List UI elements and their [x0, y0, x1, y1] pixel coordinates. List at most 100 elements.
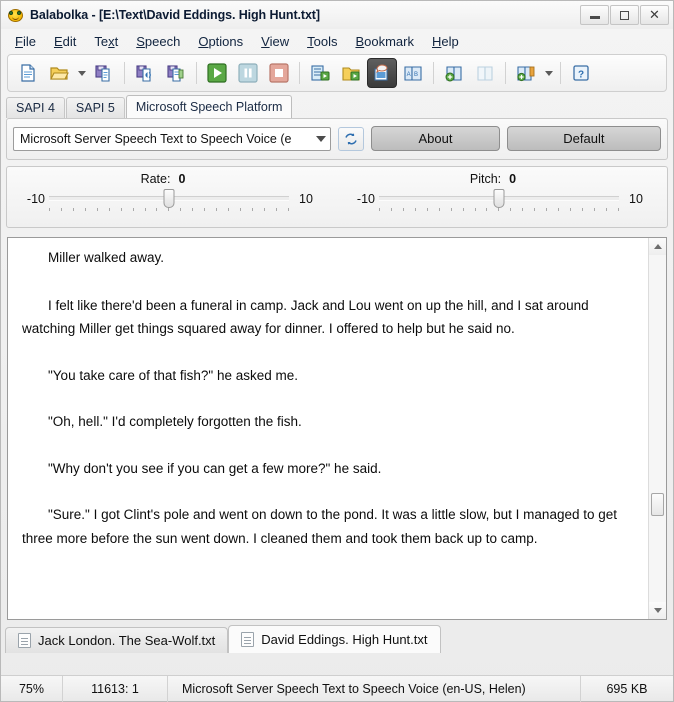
menu-item-help[interactable]: Help	[424, 32, 467, 51]
document-icon	[241, 632, 255, 647]
pause-icon[interactable]	[233, 58, 263, 88]
toolbar-container: A B ?	[1, 54, 673, 94]
text-editor-container: Miller walked away. I felt like there'd …	[7, 237, 667, 620]
rate-slider-ticks	[49, 208, 289, 212]
status-zoom[interactable]: 75%	[1, 675, 63, 702]
menu-item-speech[interactable]: Speech	[128, 32, 188, 51]
status-bar: 75% 11613: 1 Microsoft Server Speech Tex…	[1, 675, 673, 702]
menu-item-bookmark[interactable]: Bookmark	[347, 32, 422, 51]
toolbar-separator	[299, 62, 300, 84]
document-tab-sea-wolf[interactable]: Jack London. The Sea-Wolf.txt	[5, 627, 229, 653]
document-icon	[18, 633, 31, 648]
bookmark-dropdown-arrow-icon[interactable]	[542, 58, 555, 88]
rate-max-label: 10	[299, 192, 313, 206]
document-tab-label: David Eddings. High Hunt.txt	[261, 632, 428, 647]
rate-slider-group: Rate: 0 -10 10	[7, 167, 337, 227]
balabolka-window: Balabolka - [E:\Text\David Eddings. High…	[0, 0, 674, 702]
editor-paragraph: "Why don't you see if you can get a few …	[48, 460, 382, 476]
svg-text:B: B	[414, 72, 418, 78]
add-bookmark-icon[interactable]	[439, 58, 469, 88]
status-cursor-position: 11613: 1	[63, 675, 168, 702]
main-toolbar: A B ?	[7, 54, 667, 92]
save-file-icon[interactable]	[89, 58, 119, 88]
pitch-slider-group: Pitch: 0 -10 10	[337, 167, 667, 227]
rate-slider-thumb[interactable]	[163, 189, 175, 208]
title-bar: Balabolka - [E:\Text\David Eddings. High…	[1, 1, 673, 29]
batch-folder-icon[interactable]	[336, 58, 366, 88]
speech-engine-tabs: SAPI 4 SAPI 5 Microsoft Speech Platform	[1, 94, 673, 118]
menu-item-file[interactable]: File	[7, 32, 44, 51]
close-icon: ✕	[649, 7, 660, 23]
rate-slider[interactable]	[49, 188, 289, 212]
refresh-voices-icon	[345, 132, 358, 145]
help-icon[interactable]: ?	[566, 58, 596, 88]
rate-min-label: -10	[26, 192, 45, 206]
menu-item-options[interactable]: Options	[190, 32, 251, 51]
pitch-slider[interactable]	[379, 188, 619, 212]
status-voice: Microsoft Server Speech Text to Speech V…	[168, 675, 581, 702]
menu-item-view[interactable]: View	[253, 32, 297, 51]
toolbar-separator	[124, 62, 125, 84]
batch-play-icon[interactable]	[305, 58, 335, 88]
editor-paragraph: Miller walked away.	[48, 250, 165, 265]
scroll-down-icon[interactable]	[649, 602, 666, 619]
pitch-max-label: 10	[629, 192, 643, 206]
pitch-slider-thumb[interactable]	[493, 189, 505, 208]
tab-sapi-5[interactable]: SAPI 5	[65, 97, 125, 118]
window-title: Balabolka - [E:\Text\David Eddings. High…	[30, 8, 320, 22]
pitch-label: Pitch: 0	[469, 172, 517, 186]
editor-paragraph: "Oh, hell." I'd completely forgotten the…	[48, 414, 302, 429]
voice-select[interactable]: Microsoft Server Speech Text to Speech V…	[13, 126, 332, 151]
balabolka-face-icon	[7, 7, 24, 24]
menu-item-text[interactable]: Text	[86, 32, 126, 51]
document-tab-high-hunt[interactable]: David Eddings. High Hunt.txt	[228, 625, 441, 653]
voice-select-value: Microsoft Server Speech Text to Speech V…	[20, 131, 292, 146]
close-button[interactable]: ✕	[640, 5, 669, 25]
default-button[interactable]: Default	[506, 126, 662, 151]
remove-bookmark-icon[interactable]	[470, 58, 500, 88]
toolbar-separator	[196, 62, 197, 84]
tab-sapi-4[interactable]: SAPI 4	[6, 97, 65, 118]
window-controls: ✕	[580, 5, 669, 25]
save-split-audio-icon[interactable]	[161, 58, 191, 88]
maximize-icon	[620, 10, 629, 20]
editor-vertical-scrollbar[interactable]	[648, 238, 666, 619]
chevron-down-icon	[316, 135, 327, 142]
bookmark-list-icon[interactable]	[511, 58, 541, 88]
minimize-icon	[589, 16, 600, 19]
svg-text:?: ?	[578, 70, 584, 81]
menu-item-tools[interactable]: Tools	[299, 32, 345, 51]
editor-paragraph: "You take care of that fish?" he asked m…	[48, 367, 298, 383]
speech-settings-icon[interactable]	[367, 58, 397, 88]
voice-row: Microsoft Server Speech Text to Speech V…	[13, 126, 662, 151]
pitch-slider-ticks	[379, 208, 619, 212]
toolbar-separator	[505, 62, 506, 84]
new-document-icon[interactable]	[13, 58, 43, 88]
rate-value: 0	[178, 172, 186, 186]
refresh-voices-button[interactable]	[338, 126, 365, 151]
dictionary-icon[interactable]: A B	[398, 58, 428, 88]
scrollbar-thumb[interactable]	[651, 493, 664, 516]
about-button[interactable]: About	[371, 126, 500, 151]
text-editor[interactable]: Miller walked away. I felt like there'd …	[8, 238, 648, 619]
document-tab-label: Jack London. The Sea-Wolf.txt	[38, 633, 216, 648]
stop-icon[interactable]	[264, 58, 294, 88]
document-tabs: Jack London. The Sea-Wolf.txt David Eddi…	[1, 623, 673, 653]
editor-paragraph: I felt like there'd been a funeral in ca…	[22, 297, 589, 337]
status-file-size: 695 KB	[606, 681, 648, 696]
rate-label: Rate: 0	[140, 172, 186, 186]
scroll-up-icon[interactable]	[649, 238, 666, 255]
menu-bar: File Edit Text Speech Options View Tools…	[1, 29, 673, 54]
maximize-button[interactable]	[610, 5, 639, 25]
tab-microsoft-speech-platform[interactable]: Microsoft Speech Platform	[125, 95, 293, 118]
open-file-dropdown-arrow-icon[interactable]	[75, 58, 88, 88]
voice-panel: Microsoft Server Speech Text to Speech V…	[6, 118, 668, 160]
open-file-icon[interactable]	[44, 58, 74, 88]
toolbar-separator	[433, 62, 434, 84]
minimize-button[interactable]	[580, 5, 609, 25]
svg-text:A: A	[407, 72, 411, 78]
editor-paragraph: "Sure." I got Clint's pole and went on d…	[22, 507, 618, 546]
save-audio-file-icon[interactable]	[130, 58, 160, 88]
play-icon[interactable]	[202, 58, 232, 88]
menu-item-edit[interactable]: Edit	[46, 32, 84, 51]
